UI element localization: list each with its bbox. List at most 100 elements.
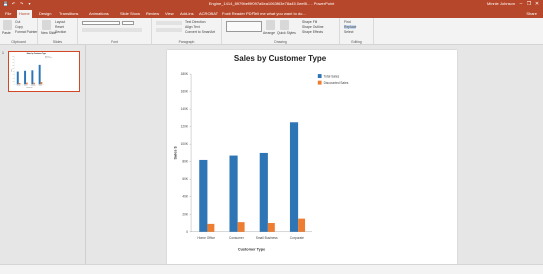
x-tick-label: Home Office — [197, 236, 215, 240]
align-text-button[interactable]: Align Text — [185, 25, 200, 29]
arrange-button[interactable]: Arrange — [263, 31, 275, 35]
drawing-label: Drawing — [274, 40, 287, 44]
paragraph-label: Paragraph — [178, 40, 195, 44]
tell-me-search[interactable]: Tell me what you want to do... — [253, 10, 306, 18]
chart-title: Sales by Customer Type — [234, 54, 327, 63]
arrange-icon[interactable] — [266, 20, 275, 30]
select-button[interactable]: Select — [344, 30, 353, 34]
y-axis-label: Sales $ — [174, 145, 178, 159]
y-tick-label: 0 — [14, 84, 15, 86]
legend-swatch — [317, 74, 322, 79]
shape-effects-button[interactable]: Shape Effects — [302, 30, 323, 34]
paste-button[interactable]: Paste — [2, 31, 11, 35]
layout-button[interactable]: Layout — [55, 20, 65, 24]
tab-review[interactable]: Review — [144, 10, 161, 18]
share-button[interactable]: Share — [526, 10, 537, 18]
shape-outline-button[interactable]: Shape Outline — [302, 25, 324, 29]
new-slide-button[interactable]: New Slide — [41, 31, 56, 35]
font-size-box[interactable] — [122, 21, 134, 25]
slide-number: 1 — [2, 51, 4, 55]
bar-total-sales — [289, 122, 299, 232]
new-slide-icon[interactable] — [42, 20, 51, 30]
bar-discounted-sales — [237, 222, 245, 232]
y-tick-label: 40K — [182, 195, 189, 199]
tab-foxit[interactable]: Foxit Reader PDF — [220, 10, 256, 18]
font-format-buttons[interactable] — [82, 28, 142, 32]
font-name-box[interactable] — [82, 21, 120, 25]
y-tick-label: 160K — [12, 59, 14, 61]
y-tick-label: 180K — [12, 56, 14, 58]
bar-total-sales — [31, 70, 34, 85]
tab-view[interactable]: View — [163, 10, 176, 18]
tab-add-ins[interactable]: Add-ins — [178, 10, 196, 18]
bar-total-sales — [259, 152, 268, 232]
bar-discounted-sales — [33, 82, 36, 85]
y-tick-label: 140K — [12, 62, 14, 64]
quick-styles-icon[interactable] — [280, 20, 289, 30]
x-tick-label: Small Business — [256, 236, 278, 240]
y-tick-label: 0 — [186, 230, 188, 234]
y-tick-label: 80K — [13, 71, 15, 73]
tab-transitions[interactable]: Transitions — [57, 10, 80, 18]
legend-label: Discounted Sales — [324, 81, 349, 85]
x-tick-label: Small Business — [31, 85, 36, 87]
y-axis-label: Sales $ — [10, 68, 12, 71]
text-direction-button[interactable]: Text Direction — [185, 20, 206, 24]
shapes-gallery[interactable] — [226, 21, 262, 32]
tab-acrobat[interactable]: ACROBAT — [197, 10, 220, 18]
align-buttons[interactable] — [156, 28, 182, 32]
format-painter-button[interactable]: Format Painter — [15, 30, 37, 34]
cut-button[interactable]: Cut — [15, 20, 20, 24]
tab-file[interactable]: File — [3, 10, 13, 18]
tab-slide-show[interactable]: Slide Show — [118, 10, 142, 18]
tab-animations[interactable]: Animations — [87, 10, 111, 18]
clipboard-label: Clipboard — [11, 40, 26, 44]
title-bar: 💾 ↶ ↷ ▾ Engine_1414_8979bef9f097a5ea1063… — [0, 0, 543, 9]
x-tick-label: Home Office — [16, 85, 21, 87]
bar-total-sales — [229, 155, 238, 232]
quick-styles-button[interactable]: Quick Styles — [277, 31, 296, 35]
y-tick-label: 100K — [181, 142, 189, 146]
y-tick-label: 60K — [182, 177, 189, 181]
slides-label: Slides — [52, 40, 63, 44]
convert-smartart-button[interactable]: Convert to SmartArt — [185, 30, 215, 34]
y-tick-label: 60K — [13, 74, 15, 76]
maximize-button[interactable]: ❐ — [525, 0, 533, 9]
font-group: Font — [78, 18, 152, 45]
window-title: Engine_1414_8979bef9f097a5ea1063f63e78a4… — [208, 1, 335, 6]
y-tick-label: 20K — [182, 212, 189, 216]
close-button[interactable]: ✕ — [533, 0, 541, 9]
list-buttons[interactable] — [156, 21, 182, 25]
tab-design[interactable]: Design — [37, 10, 53, 18]
x-tick-label: Consumer — [229, 236, 245, 240]
y-tick-label: 80K — [182, 160, 189, 164]
paste-icon[interactable] — [3, 20, 12, 30]
window-controls: – ❐ ✕ — [517, 0, 541, 9]
legend-swatch — [317, 80, 322, 85]
y-tick-label: 140K — [181, 107, 189, 111]
bar-discounted-sales — [18, 82, 21, 85]
legend-swatch — [45, 56, 47, 57]
y-tick-label: 20K — [13, 80, 15, 82]
section-button[interactable]: Section — [55, 30, 66, 34]
slide-canvas[interactable]: Sales by Customer Type 0 20K 40K 60K 80K 100K 1… — [167, 50, 457, 269]
slide-thumbnail-chart: Sales by Customer Type020K40K60K80K100K1… — [10, 52, 53, 89]
bar-discounted-sales — [26, 82, 28, 85]
editing-group: Find Replace Select Editing — [340, 18, 374, 45]
reset-button[interactable]: Reset — [55, 25, 64, 29]
shape-fill-button[interactable]: Shape Fill — [302, 20, 317, 24]
y-tick-label: 180K — [181, 72, 189, 76]
bar-discounted-sales — [207, 223, 215, 232]
slide-thumbnail-pane: 1 Sales by Customer Type 0 20K 40K 60K 80K 100… — [0, 45, 86, 264]
ribbon-tab-bar: File Home Design Transitions Animations … — [0, 9, 543, 18]
bar-discounted-sales — [40, 82, 43, 85]
user-name[interactable]: Minnie Johnson — [487, 1, 515, 7]
slide-thumbnail[interactable]: Sales by Customer Type 0 20K 40K 60K 80K 100K 1… — [8, 51, 80, 92]
minimize-button[interactable]: – — [517, 0, 525, 9]
copy-button[interactable]: Copy — [15, 25, 23, 29]
y-tick-label: 40K — [13, 77, 15, 79]
sales-chart[interactable]: Sales by Customer Type 0 20K 40K 60K 80K 100K 1… — [167, 50, 457, 269]
find-button[interactable]: Find — [344, 20, 351, 24]
tab-home[interactable]: Home — [17, 10, 32, 18]
replace-button[interactable]: Replace — [344, 25, 357, 29]
